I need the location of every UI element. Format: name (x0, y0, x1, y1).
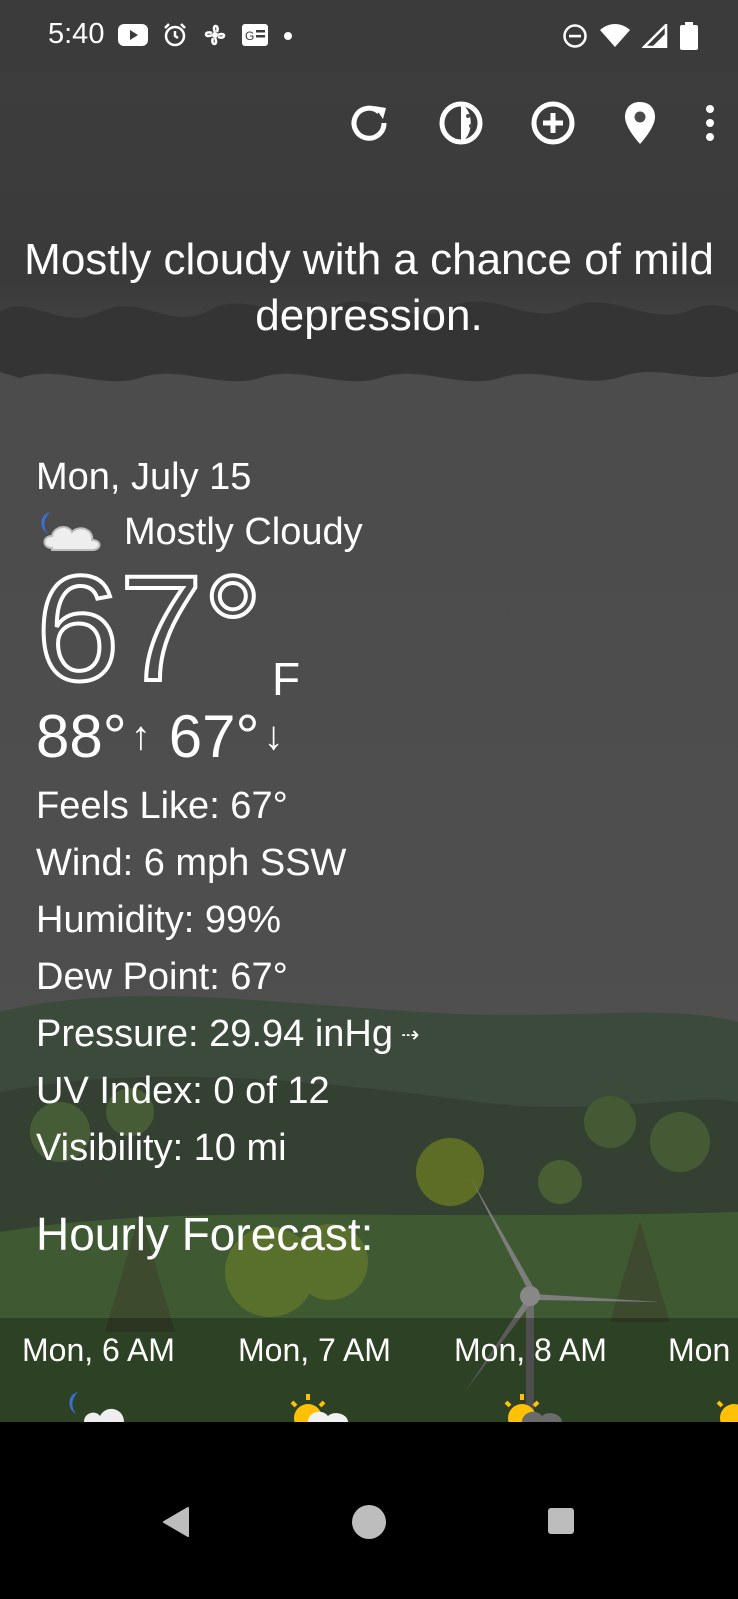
weather-tagline: Mostly cloudy with a chance of mild depr… (24, 235, 714, 340)
signal-icon (640, 21, 668, 53)
partly-cloudy-night-icon (64, 1388, 144, 1422)
pressure-trend-icon: ⇢ (400, 1022, 420, 1047)
dew-point: Dew Point: 67° (36, 956, 288, 998)
feels-like: Feels Like: 67° (36, 785, 288, 827)
high-low-row: 88° ↑ 67° ↓ (36, 703, 716, 770)
wind: Wind: 6 mph SSW (36, 842, 347, 884)
hourly-item-label[interactable]: Mon (668, 1332, 730, 1369)
recents-icon[interactable] (547, 1507, 575, 1540)
navigation-bar (0, 1422, 738, 1599)
location-pin-icon[interactable] (622, 100, 658, 146)
uv-index: UV Index: 0 of 12 (36, 1070, 330, 1112)
current-conditions: Mon, July 15 Mostly Cloudy 67° F 88° ↑ 6… (34, 450, 716, 1261)
add-location-icon[interactable] (530, 100, 576, 146)
dot-icon (282, 29, 294, 47)
alarm-icon (162, 22, 188, 53)
sun-icon (706, 1388, 738, 1422)
hourly-forecast-list[interactable]: Mon, 6 AM Mon, 7 AM Mon, 8 AM Mon (0, 1318, 738, 1422)
svg-text:G: G (245, 29, 254, 43)
theme-icon[interactable] (438, 100, 484, 146)
partly-sunny-cloudy-icon (492, 1388, 572, 1422)
fan-icon (202, 22, 228, 53)
current-temperature: 67° (34, 544, 265, 712)
pressure: Pressure: 29.94 inHg (36, 1013, 393, 1055)
hourly-item-label[interactable]: Mon, 8 AM (454, 1332, 607, 1369)
hourly-item-label[interactable]: Mon, 7 AM (238, 1332, 391, 1369)
refresh-icon[interactable] (346, 100, 392, 146)
overflow-menu-icon[interactable] (704, 103, 716, 143)
home-icon[interactable] (351, 1504, 387, 1545)
pressure-row: Pressure: 29.94 inHg ⇢ (36, 1006, 716, 1063)
weather-main: Mostly cloudy with a chance of mild depr… (0, 72, 738, 1422)
weather-details: Feels Like: 67° Wind: 6 mph SSW Humidity… (36, 778, 716, 1177)
temperature-unit: F (272, 653, 301, 705)
battery-icon (680, 22, 698, 55)
arrow-up-icon: ↑ (130, 713, 151, 758)
humidity: Humidity: 99% (36, 899, 281, 941)
status-icons-left: G (118, 22, 294, 53)
do-not-disturb-icon (562, 23, 588, 54)
partly-sunny-icon (278, 1388, 358, 1422)
hourly-item-label[interactable]: Mon, 6 AM (22, 1332, 175, 1369)
status-time: 5:40 (48, 18, 105, 50)
back-icon[interactable] (160, 1506, 192, 1543)
wifi-icon (600, 24, 630, 53)
status-bar: 5:40 G (0, 0, 738, 72)
toolbar (346, 100, 716, 146)
hourly-forecast-title: Hourly Forecast: (36, 1208, 374, 1260)
temperature-block: 67° F (34, 546, 716, 710)
youtube-icon (118, 24, 148, 51)
visibility: Visibility: 10 mi (36, 1127, 287, 1169)
arrow-down-icon: ↓ (263, 713, 284, 758)
current-date: Mon, July 15 (36, 456, 252, 498)
status-icons-right (562, 21, 698, 55)
news-icon: G (242, 24, 268, 51)
